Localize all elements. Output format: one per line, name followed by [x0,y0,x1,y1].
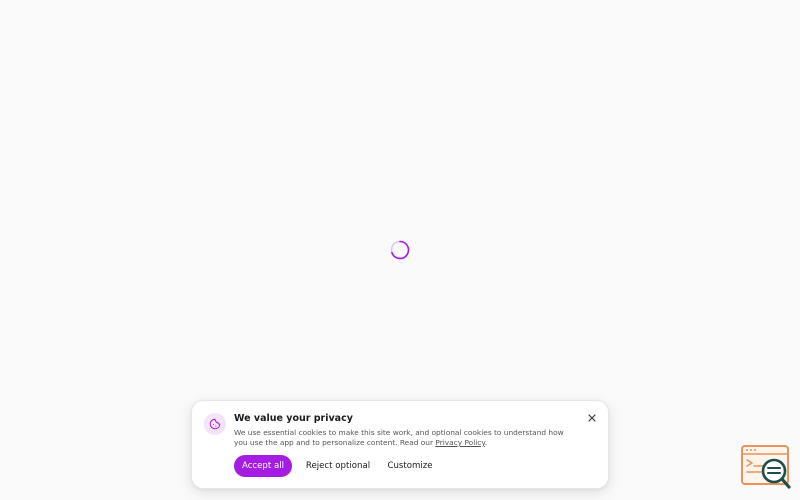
close-icon [588,414,596,422]
reject-optional-button[interactable]: Reject optional [300,455,376,477]
page: We value your privacy We use essential c… [0,0,800,500]
banner-actions: Accept all Reject optional Customize [234,455,436,477]
accept-all-button[interactable]: Accept all [234,455,292,477]
customize-button[interactable]: Customize [384,455,436,477]
loading-spinner-icon [390,240,410,260]
banner-text-end: . [484,438,488,447]
cookie-icon [204,413,226,435]
privacy-policy-link[interactable]: Privacy Policy [435,438,484,447]
banner-title: We value your privacy [234,413,353,424]
help-search-icon[interactable] [741,445,791,490]
close-button[interactable] [586,412,598,424]
cookie-consent-banner: We value your privacy We use essential c… [191,400,609,489]
banner-text: We use essential cookies to make this si… [234,428,564,447]
banner-description: We use essential cookies to make this si… [234,428,579,448]
